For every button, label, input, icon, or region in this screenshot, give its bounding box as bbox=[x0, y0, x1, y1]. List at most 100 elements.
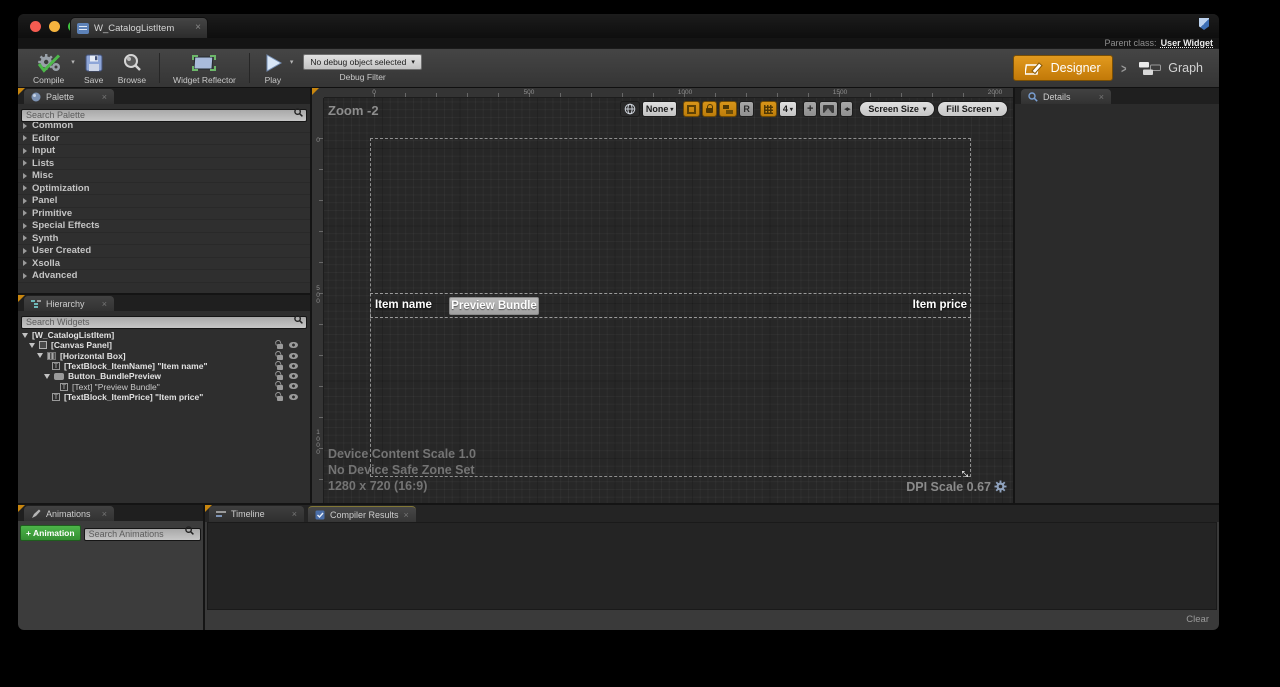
palette-search-input[interactable] bbox=[21, 109, 307, 122]
tree-row-horizontal-box[interactable]: [Horizontal Box] bbox=[18, 351, 310, 361]
hierarchy-search-input[interactable] bbox=[21, 316, 307, 329]
visibility-eye-icon[interactable] bbox=[289, 353, 298, 359]
palette-category-synth[interactable]: Synth bbox=[18, 233, 310, 246]
ruler-tick-label: 500 bbox=[524, 89, 535, 96]
outline-toggle-button[interactable] bbox=[683, 101, 700, 117]
minimize-window-button[interactable] bbox=[49, 21, 60, 32]
palette-tab[interactable]: Palette × bbox=[24, 89, 114, 104]
browse-magnifier-icon bbox=[122, 52, 142, 74]
widget-tree: [W_CatalogListItem] [Canvas Panel] [Hori… bbox=[18, 327, 310, 402]
close-panel-icon[interactable]: × bbox=[102, 92, 107, 102]
close-tab-icon[interactable]: × bbox=[195, 23, 201, 33]
browse-button[interactable]: Browse bbox=[111, 49, 153, 87]
tree-row-text-preview-bundle[interactable]: T [Text] "Preview Bundle" bbox=[18, 381, 310, 391]
palette-category-user-created[interactable]: User Created bbox=[18, 245, 310, 258]
unreal-widget-blueprint-editor-window: W_CatalogListItem × Parent class: User W… bbox=[18, 14, 1219, 630]
lock-icon[interactable] bbox=[277, 365, 283, 370]
save-button[interactable]: Save bbox=[77, 49, 111, 87]
compile-options-caret-icon[interactable]: ▾ bbox=[71, 58, 75, 66]
palette-category-common[interactable]: Common bbox=[18, 120, 310, 133]
tree-row-textblock-itemprice[interactable]: T [TextBlock_ItemPrice] "Item price" bbox=[18, 392, 310, 402]
palette-category-editor[interactable]: Editor bbox=[18, 133, 310, 146]
fill-screen-dropdown[interactable]: Fill Screen ▾ bbox=[937, 101, 1008, 117]
add-animation-button[interactable]: + Animation bbox=[20, 525, 81, 541]
textblock-icon: T bbox=[52, 393, 60, 401]
debug-object-dropdown[interactable]: No debug object selected ▾ bbox=[303, 54, 421, 70]
outline-icon bbox=[687, 105, 696, 114]
culture-dropdown[interactable]: None ▾ bbox=[642, 101, 678, 117]
close-panel-icon[interactable]: × bbox=[102, 299, 107, 309]
parent-class-link[interactable]: User Widget bbox=[1161, 38, 1213, 48]
dpi-settings-gear-icon[interactable] bbox=[994, 480, 1007, 493]
visibility-eye-icon[interactable] bbox=[289, 383, 298, 389]
palette-category-primitive[interactable]: Primitive bbox=[18, 208, 310, 221]
flip-preview-button[interactable]: ◂▸ bbox=[840, 101, 853, 117]
expander-icon[interactable] bbox=[44, 374, 50, 379]
grid-snap-toggle-button[interactable] bbox=[760, 101, 777, 117]
preview-bundle-button-widget[interactable]: Preview Bundle bbox=[449, 297, 539, 315]
lock-icon bbox=[706, 108, 713, 113]
graph-mode-button[interactable]: Graph bbox=[1134, 61, 1207, 76]
lock-icon[interactable] bbox=[277, 396, 283, 401]
compiler-results-log[interactable] bbox=[207, 522, 1217, 610]
timeline-tab[interactable]: Timeline × bbox=[209, 506, 304, 522]
palette-category-xsolla[interactable]: Xsolla bbox=[18, 258, 310, 271]
palette-category-advanced[interactable]: Advanced bbox=[18, 270, 310, 283]
asset-document-tab[interactable]: W_CatalogListItem × bbox=[70, 17, 208, 38]
close-panel-icon[interactable]: × bbox=[1099, 92, 1104, 102]
palette-category-lists[interactable]: Lists bbox=[18, 158, 310, 171]
lock-icon[interactable] bbox=[277, 385, 283, 390]
palette-category-special-effects[interactable]: Special Effects bbox=[18, 220, 310, 233]
tree-row-canvas-panel[interactable]: [Canvas Panel] bbox=[18, 340, 310, 350]
palette-category-input[interactable]: Input bbox=[18, 145, 310, 158]
output-tab-strip: Timeline × Compiler Results × bbox=[205, 505, 1219, 522]
expander-icon bbox=[23, 135, 27, 141]
close-window-button[interactable] bbox=[30, 21, 41, 32]
expander-icon[interactable] bbox=[22, 333, 28, 338]
expander-icon[interactable] bbox=[37, 353, 43, 358]
designer-canvas[interactable]: 0 500 1000 1500 2000 0 500 1000 Zoom -2 bbox=[312, 88, 1013, 503]
screen-size-dropdown[interactable]: Screen Size ▾ bbox=[859, 101, 935, 117]
preview-background-button[interactable] bbox=[819, 101, 838, 117]
visibility-eye-icon[interactable] bbox=[289, 394, 298, 400]
palette-category-panel[interactable]: Panel bbox=[18, 195, 310, 208]
tree-row-textblock-itemname[interactable]: T [TextBlock_ItemName] "Item name" bbox=[18, 361, 310, 371]
lock-widgets-button[interactable] bbox=[702, 101, 717, 117]
tree-row-button-bundlepreview[interactable]: Button_BundlePreview bbox=[18, 371, 310, 381]
widget-reflector-button[interactable]: Widget Reflector bbox=[166, 49, 243, 87]
raw-edit-button[interactable]: R bbox=[739, 101, 754, 117]
designer-icon bbox=[1025, 60, 1045, 77]
lock-icon[interactable] bbox=[277, 344, 283, 349]
hierarchy-tab[interactable]: Hierarchy × bbox=[24, 296, 114, 311]
tree-row-root[interactable]: [W_CatalogListItem] bbox=[18, 330, 310, 340]
localization-preview-button[interactable] bbox=[620, 101, 640, 117]
expander-icon[interactable] bbox=[29, 343, 35, 348]
close-panel-icon[interactable]: × bbox=[292, 509, 297, 519]
visibility-eye-icon[interactable] bbox=[289, 342, 298, 348]
play-button[interactable]: Play bbox=[256, 49, 290, 87]
close-panel-icon[interactable]: × bbox=[102, 509, 107, 519]
lock-icon[interactable] bbox=[277, 355, 283, 360]
visibility-eye-icon[interactable] bbox=[289, 373, 298, 379]
animations-search-input[interactable] bbox=[84, 528, 201, 541]
lock-icon[interactable] bbox=[277, 375, 283, 380]
compile-button[interactable]: Compile bbox=[26, 49, 71, 87]
hierarchy-icon bbox=[31, 299, 41, 309]
play-options-caret-icon[interactable]: ▾ bbox=[290, 58, 294, 66]
clear-log-button[interactable]: Clear bbox=[1186, 614, 1209, 625]
designer-mode-button[interactable]: Designer bbox=[1013, 55, 1113, 81]
compile-gears-icon bbox=[35, 52, 63, 74]
animations-tab[interactable]: Animations × bbox=[24, 506, 114, 521]
zoom-to-fit-button[interactable]: + bbox=[803, 101, 817, 117]
item-price-text-widget[interactable]: Item price bbox=[913, 293, 967, 318]
palette-category-misc[interactable]: Misc bbox=[18, 170, 310, 183]
details-tab[interactable]: Details × bbox=[1021, 89, 1111, 104]
grid-size-dropdown[interactable]: 4 ▾ bbox=[779, 101, 797, 117]
horizontal-ruler: 0 500 1000 1500 2000 bbox=[324, 88, 1013, 98]
item-name-text-widget[interactable]: Item name bbox=[375, 293, 432, 318]
palette-category-optimization[interactable]: Optimization bbox=[18, 183, 310, 196]
snap-widget-button[interactable] bbox=[719, 101, 737, 117]
visibility-eye-icon[interactable] bbox=[289, 363, 298, 369]
compiler-results-tab[interactable]: Compiler Results × bbox=[308, 506, 416, 522]
close-panel-icon[interactable]: × bbox=[404, 510, 409, 520]
